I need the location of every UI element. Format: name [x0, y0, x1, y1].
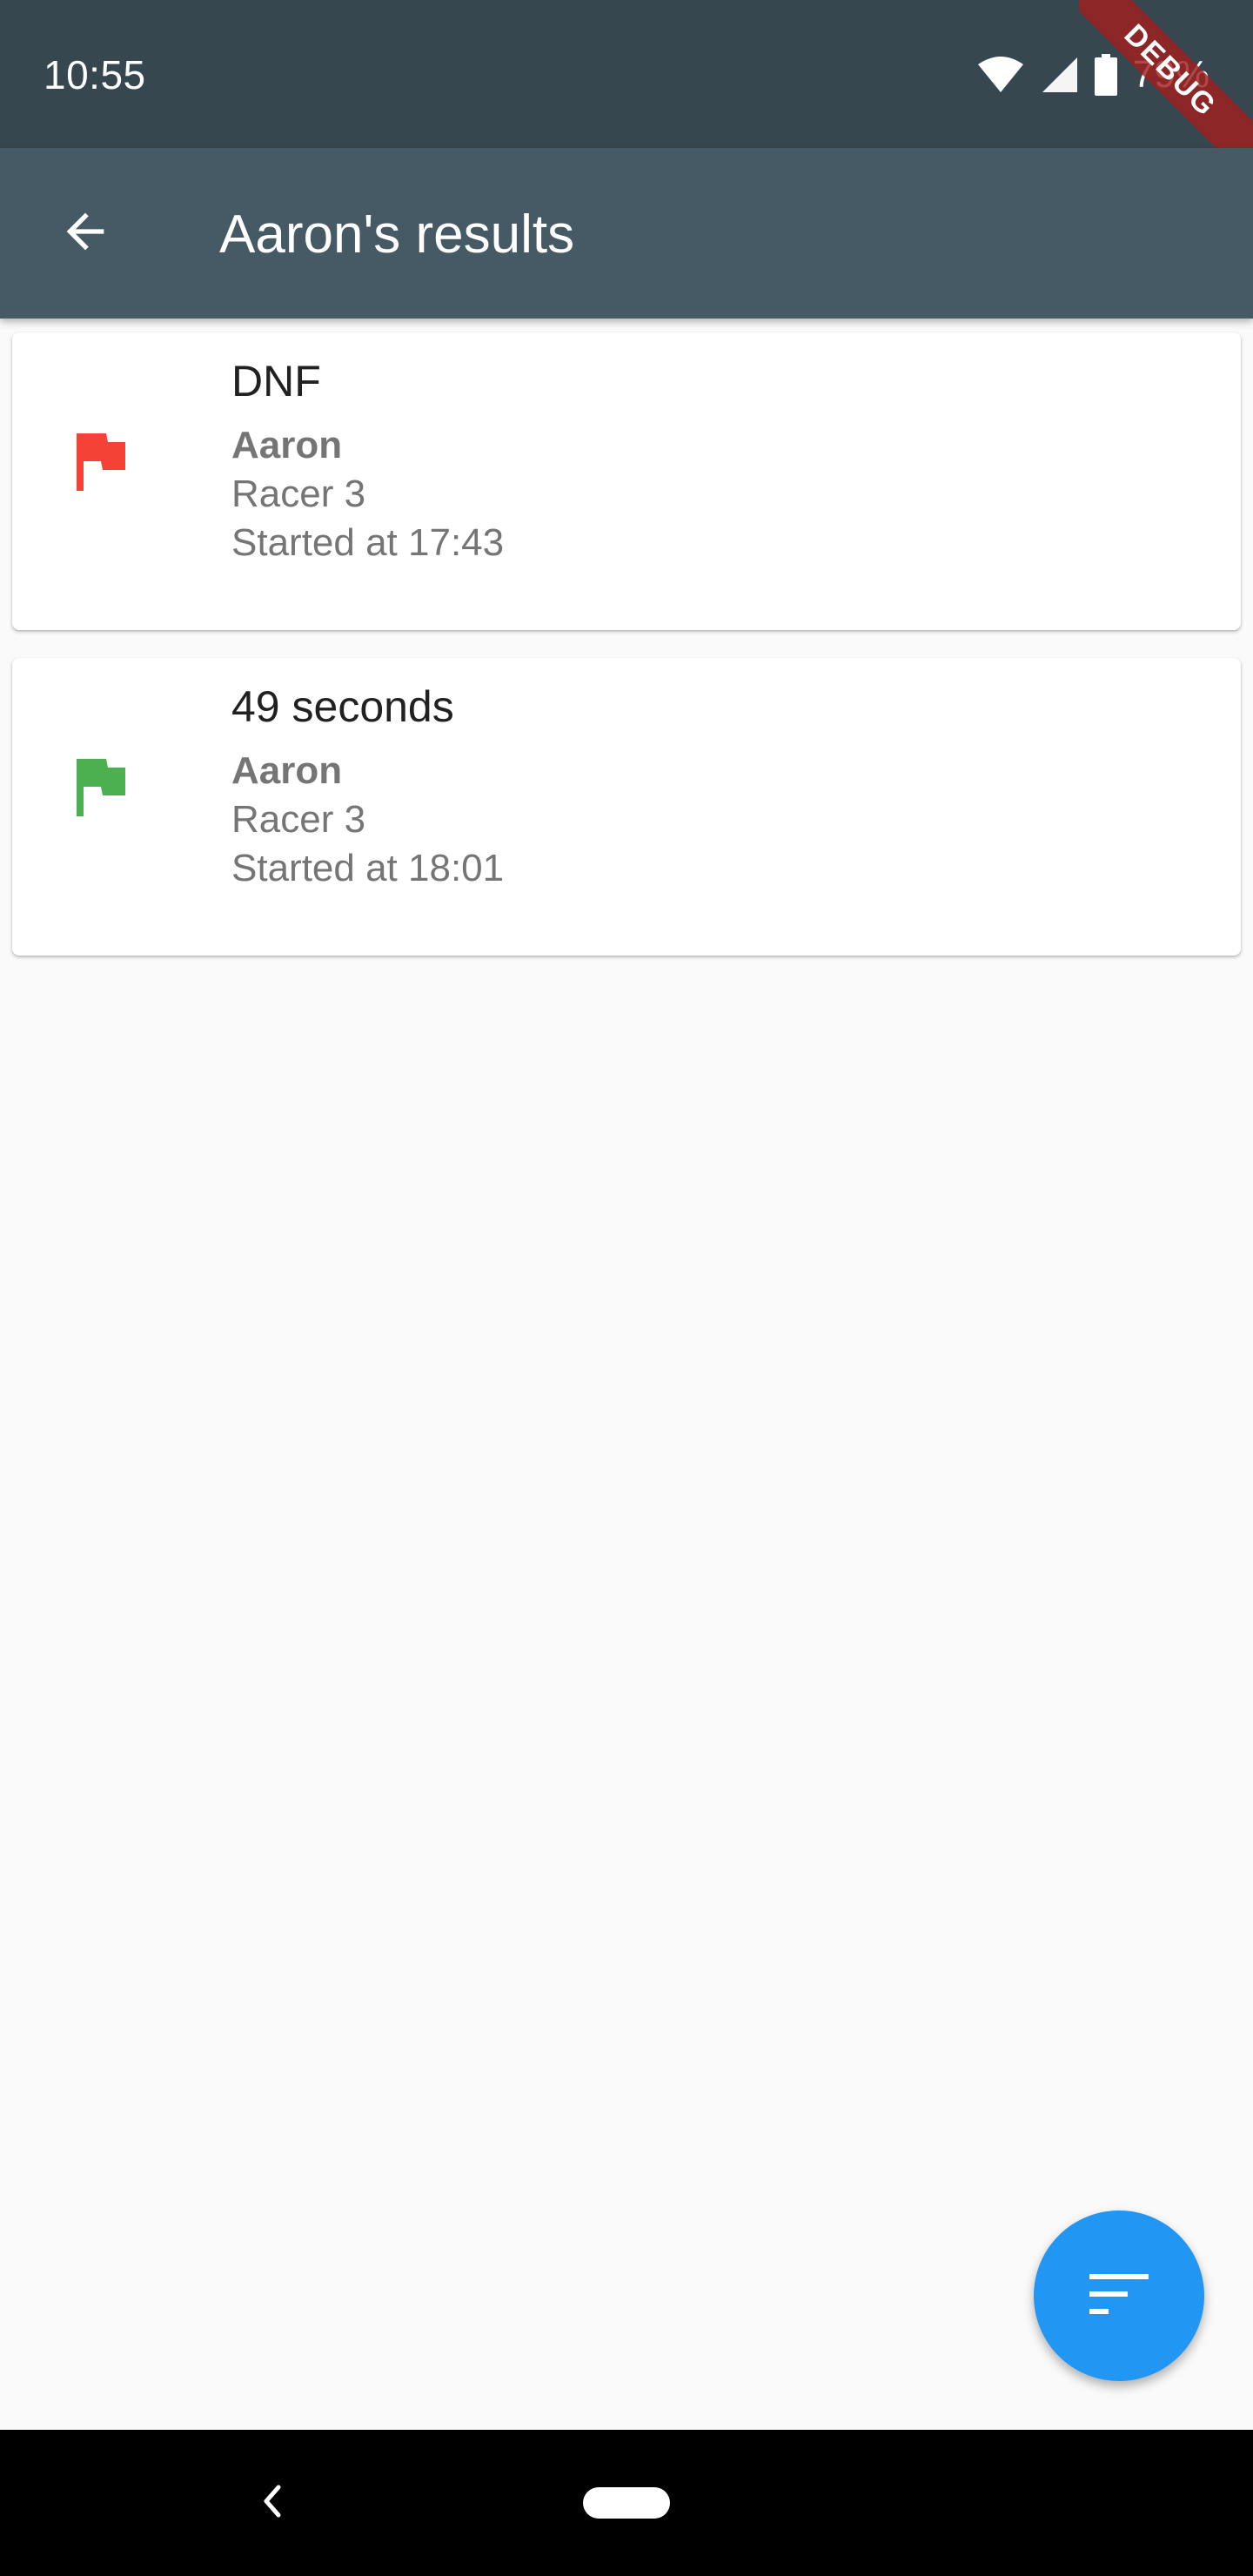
wifi-icon [976, 56, 1025, 94]
navigation-bar [0, 2430, 1253, 2576]
nav-home-pill[interactable] [583, 2487, 670, 2519]
start-time: Started at 18:01 [231, 847, 505, 889]
sort-icon [1089, 2273, 1149, 2318]
status-bar: 10:55 79% [0, 0, 1253, 148]
page-title: Aaron's results [219, 205, 575, 265]
sort-button[interactable] [1034, 2210, 1204, 2381]
battery-icon [1094, 54, 1117, 96]
racer-number: Racer 3 [231, 473, 366, 515]
flag-shape [77, 433, 125, 491]
results-list: DNF Aaron Racer 3 Started at 17:43 49 se… [12, 332, 1241, 983]
flag-icon [73, 755, 129, 818]
result-time: 49 seconds [231, 682, 454, 731]
battery-percentage: 79% [1132, 53, 1209, 96]
racer-name: Aaron [231, 749, 343, 792]
app-bar: Aaron's results [0, 148, 1253, 319]
start-time: Started at 17:43 [231, 521, 505, 564]
flag-shape [77, 759, 125, 816]
result-card[interactable]: 49 seconds Aaron Racer 3 Started at 18:0… [12, 658, 1241, 956]
nav-back-button[interactable] [254, 2477, 289, 2529]
nav-back-icon [261, 2484, 282, 2523]
flag-icon [73, 430, 129, 493]
signal-icon [1041, 56, 1079, 94]
result-card[interactable]: DNF Aaron Racer 3 Started at 17:43 [12, 332, 1241, 630]
back-button[interactable] [49, 197, 122, 270]
status-time: 10:55 [44, 52, 146, 97]
result-time: DNF [231, 357, 321, 406]
status-icons: 79% [976, 52, 1209, 97]
racer-name: Aaron [231, 424, 343, 466]
racer-number: Racer 3 [231, 798, 366, 841]
arrow-back-icon [57, 204, 113, 264]
